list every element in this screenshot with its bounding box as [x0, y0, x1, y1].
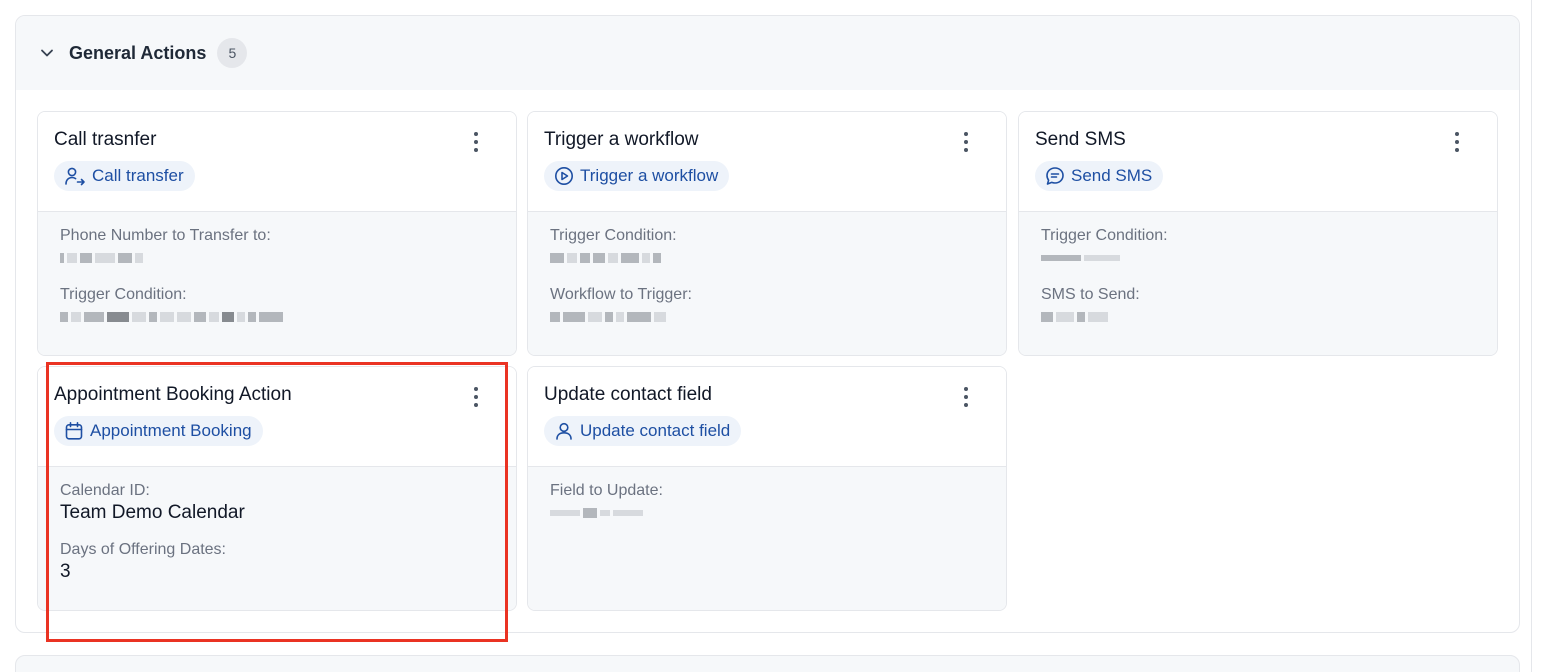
- user-transfer-icon: [65, 167, 85, 186]
- redacted-value: [60, 305, 494, 329]
- field-label: Trigger Condition:: [550, 227, 677, 244]
- count-badge: 5: [217, 38, 248, 68]
- more-options-icon[interactable]: [466, 385, 486, 409]
- card-title: Appointment Booking Action: [54, 384, 292, 405]
- calendar-icon: [65, 422, 83, 440]
- next-section: [15, 655, 1520, 672]
- redacted-value: [1041, 246, 1475, 270]
- field-label: Field to Update:: [550, 482, 663, 499]
- action-card-trigger-workflow[interactable]: Trigger a workflow Trigger a workflow Tr…: [527, 111, 1007, 356]
- card-title: Trigger a workflow: [544, 129, 699, 150]
- action-card-call-transfer[interactable]: Call trasnfer Call transfer Phone Number…: [37, 111, 517, 356]
- chip-label: Appointment Booking: [90, 421, 252, 440]
- card-title: Update contact field: [544, 384, 712, 405]
- play-circle-icon: [555, 167, 573, 185]
- field-label: Trigger Condition:: [1041, 227, 1168, 244]
- chip-label: Send SMS: [1071, 166, 1153, 185]
- action-type-chip: Update contact field: [544, 416, 742, 446]
- redacted-value: [550, 501, 984, 525]
- action-card-appointment-booking[interactable]: Appointment Booking Action Appointment B…: [37, 366, 517, 611]
- action-type-chip: Appointment Booking: [54, 416, 263, 446]
- redacted-value: [550, 305, 984, 329]
- section-header[interactable]: General Actions 5: [16, 16, 1519, 90]
- field-label: Phone Number to Transfer to:: [60, 227, 271, 244]
- field-label: Calendar ID:: [60, 482, 150, 499]
- more-options-icon[interactable]: [1447, 130, 1467, 154]
- field-label: Days of Offering Dates:: [60, 541, 226, 558]
- user-icon: [556, 422, 572, 440]
- more-options-icon[interactable]: [956, 385, 976, 409]
- more-options-icon[interactable]: [466, 130, 486, 154]
- redacted-value: [60, 246, 494, 270]
- card-title: Send SMS: [1035, 129, 1126, 150]
- redacted-value: [550, 246, 984, 270]
- section-title: General Actions: [69, 42, 207, 63]
- chip-label: Trigger a workflow: [580, 166, 719, 185]
- more-options-icon[interactable]: [956, 130, 976, 154]
- calendar-id-value: Team Demo Calendar: [60, 502, 245, 523]
- action-type-chip: Call transfer: [54, 161, 195, 191]
- chip-label: Call transfer: [92, 166, 184, 185]
- redacted-value: [1041, 305, 1475, 329]
- days-offering-value: 3: [60, 561, 71, 582]
- chevron-down-icon[interactable]: [40, 46, 54, 60]
- card-title: Call trasnfer: [54, 129, 157, 150]
- action-card-update-contact-field[interactable]: Update contact field Update contact fiel…: [527, 366, 1007, 611]
- action-type-chip: Trigger a workflow: [544, 161, 730, 191]
- field-label: Workflow to Trigger:: [550, 286, 692, 303]
- field-label: SMS to Send:: [1041, 286, 1140, 303]
- action-type-chip: Send SMS: [1035, 161, 1164, 191]
- chip-label: Update contact field: [580, 421, 731, 440]
- action-card-send-sms[interactable]: Send SMS Send SMS Trigger Condition: SMS…: [1018, 111, 1498, 356]
- field-label: Trigger Condition:: [60, 286, 187, 303]
- message-icon: [1046, 167, 1064, 185]
